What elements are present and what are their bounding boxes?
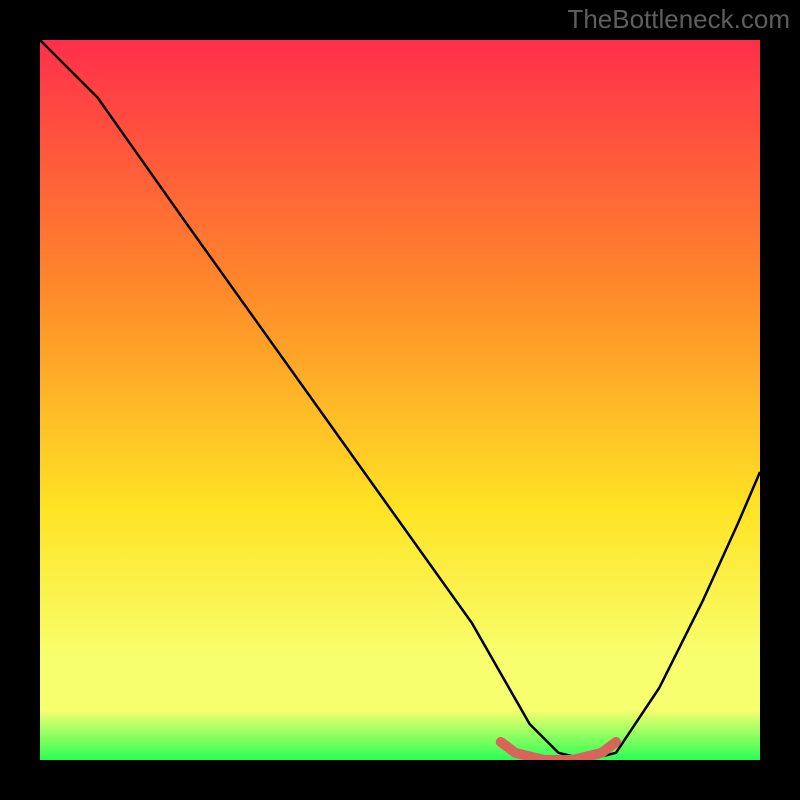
watermark-text: TheBottleneck.com xyxy=(567,4,790,35)
plot-area xyxy=(40,40,760,760)
chart-frame: TheBottleneck.com xyxy=(0,0,800,800)
gradient-background xyxy=(40,40,760,760)
bottleneck-plot xyxy=(40,40,760,760)
